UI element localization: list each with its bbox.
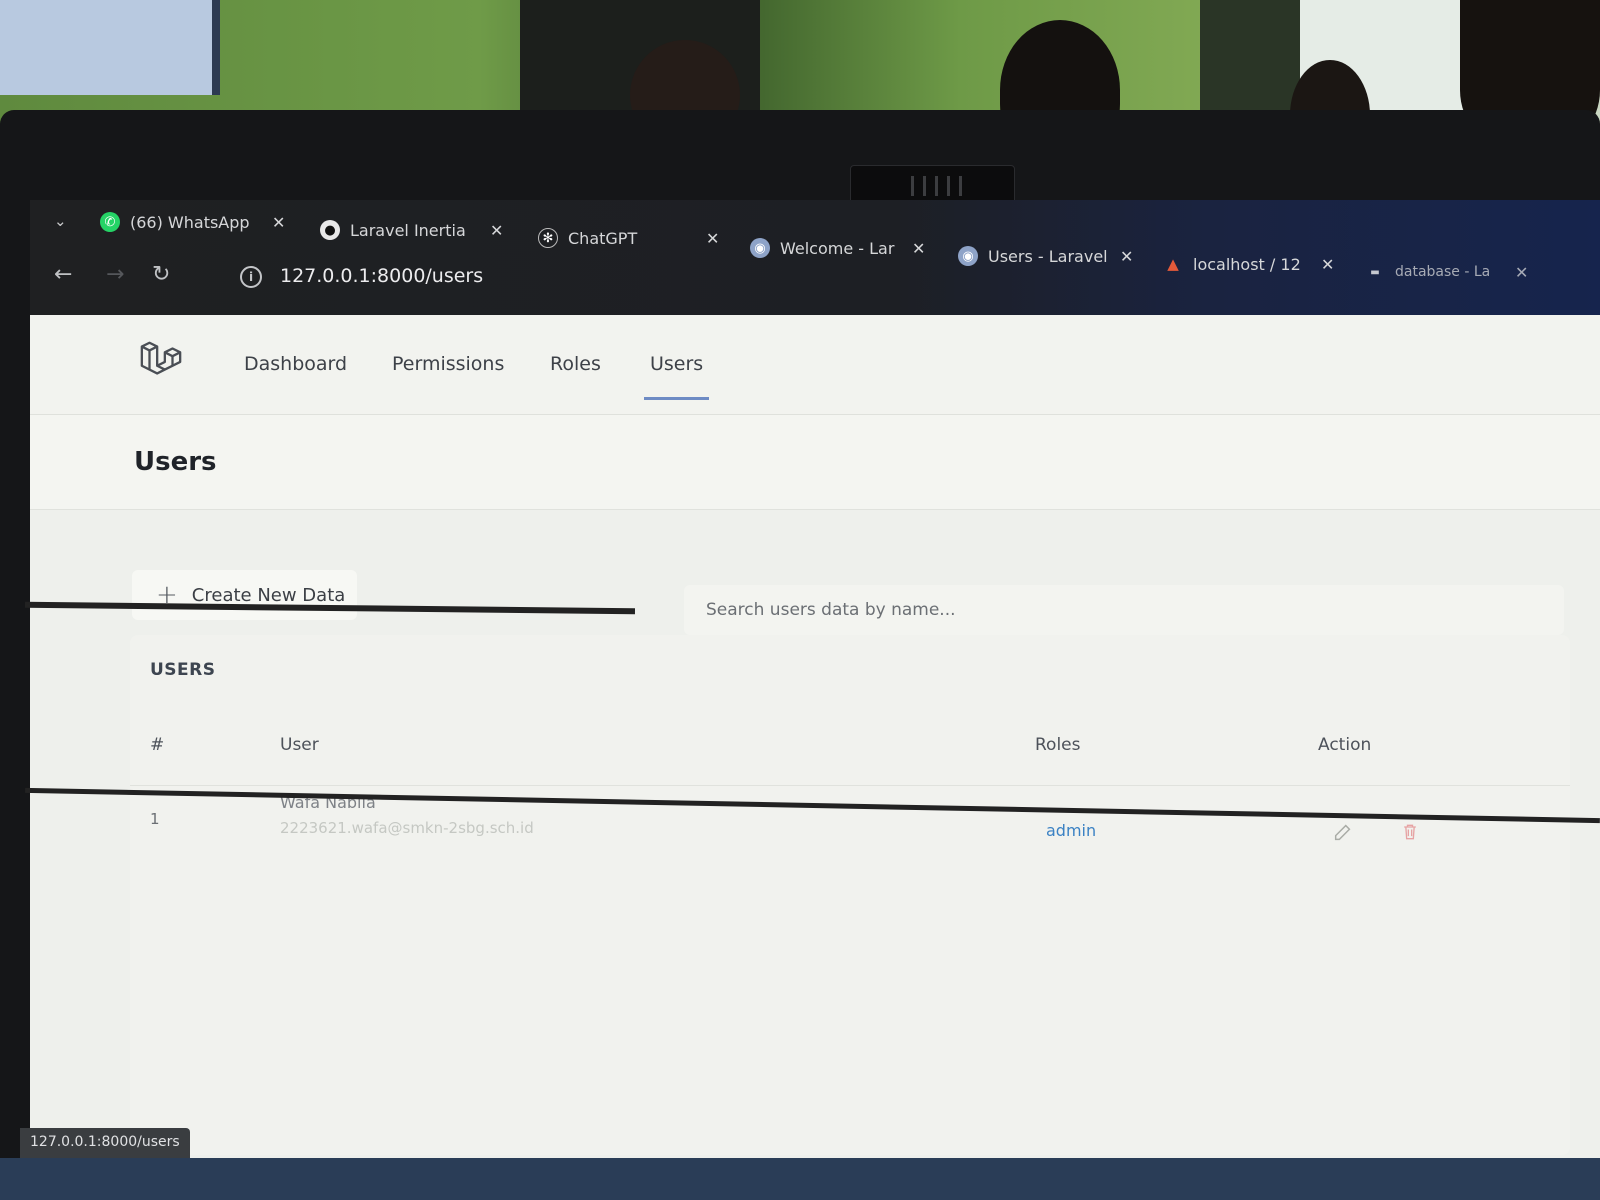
close-icon[interactable]: ✕ [490, 221, 503, 240]
close-icon[interactable]: ✕ [1321, 255, 1334, 274]
address-bar[interactable]: 127.0.0.1:8000/users [280, 265, 483, 287]
page-content: Dashboard Permissions Roles Users Users … [30, 315, 1600, 1160]
laravel-logo-icon[interactable] [138, 337, 184, 383]
tab-label: database - La [1395, 264, 1491, 280]
tab-label: Users - Laravel [988, 246, 1108, 266]
tab-users-laravel[interactable]: ◉ Users - Laravel ✕ [958, 238, 1133, 274]
column-header-number: # [150, 735, 165, 755]
tab-label: (66) WhatsApp [130, 212, 250, 232]
close-icon[interactable]: ✕ [1120, 247, 1133, 266]
back-arrow-icon[interactable]: ← [54, 262, 72, 287]
row-number: 1 [150, 810, 160, 828]
tab-chatgpt[interactable]: ✻ ChatGPT ✕ [538, 220, 719, 256]
nav-roles[interactable]: Roles [550, 353, 601, 375]
tab-label: Welcome - Lar [780, 238, 895, 258]
tab-phpmyadmin[interactable]: ▲ localhost / 12 ✕ [1163, 246, 1334, 282]
tab-welcome[interactable]: ◉ Welcome - Lar ✕ [750, 230, 925, 266]
phpmyadmin-icon: ▲ [1167, 255, 1179, 273]
nav-users[interactable]: Users [644, 353, 710, 400]
forward-arrow-icon[interactable]: → [106, 262, 124, 287]
role-badge[interactable]: admin [1046, 821, 1096, 840]
database-icon: ▬ [1370, 266, 1380, 278]
close-icon[interactable]: ✕ [1515, 263, 1528, 282]
nav-dashboard[interactable]: Dashboard [244, 353, 347, 375]
tab-label: localhost / 12 [1193, 254, 1301, 274]
column-header-action: Action [1318, 735, 1372, 755]
tab-database[interactable]: ▬ database - La ✕ [1365, 254, 1528, 290]
delete-trash-icon[interactable] [1400, 821, 1420, 843]
openai-icon: ✻ [538, 228, 558, 248]
create-button-label: Create New Data [191, 584, 346, 606]
webcam [850, 165, 1015, 205]
nav-permissions[interactable]: Permissions [392, 353, 504, 375]
status-bar-url: 127.0.0.1:8000/users [20, 1128, 190, 1158]
top-navigation: Dashboard Permissions Roles Users [30, 315, 1600, 415]
search-input[interactable] [684, 585, 1564, 635]
users-table-card: USERS # User Roles Action 1 Wafa Nabila … [130, 635, 1570, 1155]
page-title: Users [134, 447, 217, 477]
tab-label: Laravel Inertia [350, 220, 466, 240]
close-icon[interactable]: ✕ [706, 229, 719, 248]
room-window [0, 0, 220, 95]
tab-search-chevron-icon[interactable]: ⌄ [54, 212, 67, 230]
edit-pencil-icon[interactable] [1332, 821, 1354, 843]
github-icon: ● [320, 220, 340, 240]
page-header: Users [30, 415, 1600, 510]
whatsapp-icon: ✆ [100, 212, 120, 232]
browser-chrome: ⌄ ✆ (66) WhatsApp ✕ ● Laravel Inertia ✕ … [30, 200, 1600, 315]
close-icon[interactable]: ✕ [912, 239, 925, 258]
tab-laravel-inertia[interactable]: ● Laravel Inertia ✕ [320, 212, 503, 248]
tab-label: ChatGPT [568, 228, 638, 248]
tab-whatsapp[interactable]: ✆ (66) WhatsApp ✕ [100, 204, 285, 240]
table-divider [130, 785, 1570, 786]
user-email: 2223621.wafa@smkn-2sbg.sch.id [280, 819, 534, 837]
globe-icon: ◉ [750, 238, 770, 258]
column-header-user: User [280, 735, 319, 755]
table-title: USERS [150, 660, 216, 680]
site-info-icon[interactable]: i [240, 266, 262, 288]
close-icon[interactable]: ✕ [272, 213, 285, 232]
globe-icon: ◉ [958, 246, 978, 266]
screen-bottom-edge [0, 1158, 1600, 1200]
create-new-data-button[interactable]: + Create New Data [132, 570, 357, 620]
column-header-roles: Roles [1035, 735, 1081, 755]
reload-icon[interactable]: ↻ [152, 262, 170, 287]
